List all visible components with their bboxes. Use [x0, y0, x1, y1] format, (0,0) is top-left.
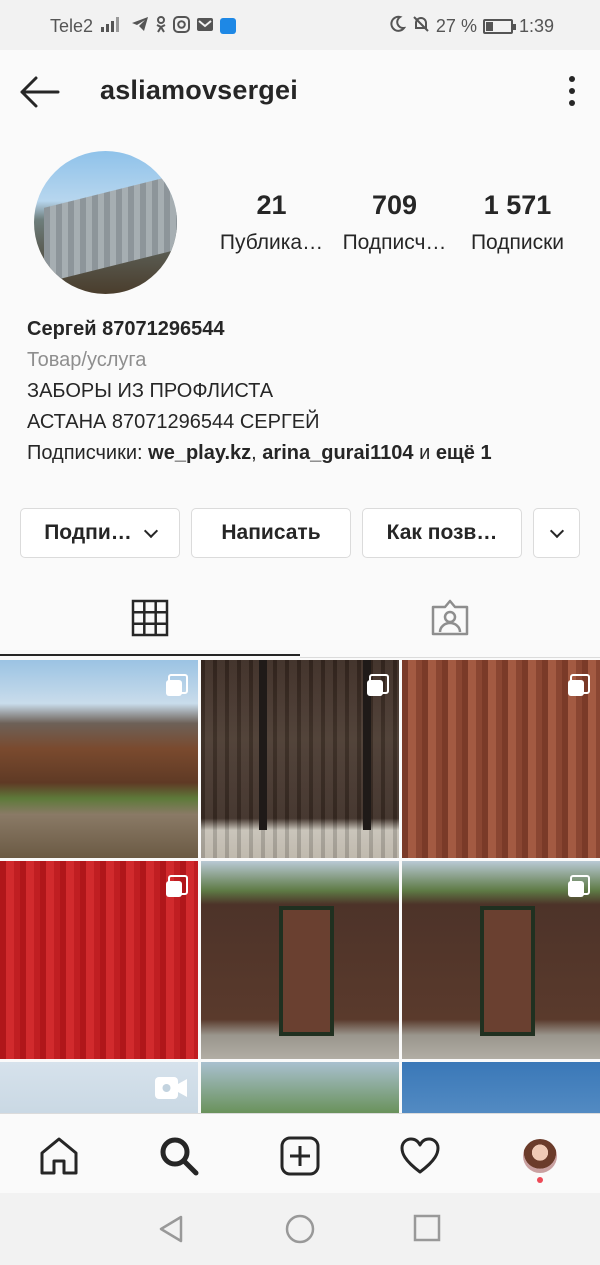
profile-tabs: [0, 580, 600, 658]
mutual-follower-link[interactable]: arina_gurai1104: [262, 442, 413, 464]
subscribe-label: Подпи…: [44, 521, 132, 544]
stat-posts[interactable]: 21 Публика…: [210, 190, 333, 255]
stat-label: Публика…: [219, 231, 324, 254]
tab-tagged[interactable]: [300, 580, 600, 656]
system-recents-icon[interactable]: [412, 1213, 442, 1248]
profile-stats: 21 Публика… 709 Подписч… 1 571 Подписки: [210, 190, 580, 255]
contact-button[interactable]: Как позв…: [362, 508, 522, 558]
back-arrow-icon[interactable]: [18, 72, 62, 112]
active-tab-indicator: [0, 654, 300, 656]
new-post-icon[interactable]: [278, 1134, 322, 1178]
multiple-photos-icon: [166, 674, 188, 696]
tab-grid[interactable]: [0, 580, 300, 656]
battery-icon: [482, 18, 516, 34]
multiple-photos-icon: [568, 674, 590, 696]
chevron-down-icon: [549, 523, 564, 538]
profile-tab[interactable]: [518, 1134, 562, 1178]
message-label: Написать: [221, 521, 321, 544]
multiple-photos-icon: [166, 875, 188, 897]
notification-dot: [537, 1177, 543, 1183]
tagged-user-icon: [431, 599, 469, 636]
more-options-icon[interactable]: [566, 76, 578, 106]
gmail-icon: [196, 17, 214, 36]
multiple-photos-icon: [568, 875, 590, 897]
post-thumbnail[interactable]: [402, 1062, 600, 1115]
system-back-icon[interactable]: [155, 1213, 187, 1250]
bio-line: АСТАНА 87071296544 СЕРГЕЙ: [27, 411, 320, 433]
posts-grid: [0, 660, 600, 1115]
activity-heart-icon[interactable]: [398, 1134, 442, 1178]
moon-icon: [388, 15, 407, 37]
post-thumbnail[interactable]: [402, 861, 600, 1059]
shield-icon: [220, 18, 237, 34]
home-icon[interactable]: [37, 1134, 81, 1178]
stat-value: 709: [371, 190, 418, 220]
bottom-navigation: [0, 1113, 600, 1193]
stat-value: 1 571: [483, 190, 552, 220]
multiple-photos-icon: [367, 674, 389, 696]
post-thumbnail[interactable]: [0, 1062, 198, 1115]
status-bar: Tele2 27 % 1:39: [0, 0, 600, 50]
post-thumbnail[interactable]: [402, 660, 600, 858]
profile-username: asliamovsergei: [100, 75, 298, 105]
more-followers-link[interactable]: ещё 1: [436, 442, 492, 464]
stat-value: 21: [256, 190, 287, 220]
stat-followers[interactable]: 709 Подписч…: [333, 190, 456, 255]
mutual-followers-prefix: Подписчики:: [27, 442, 149, 464]
post-thumbnail[interactable]: [0, 660, 198, 858]
system-home-icon[interactable]: [284, 1213, 316, 1250]
video-icon: [155, 1077, 187, 1099]
profile-category: Товар/услуга: [27, 349, 147, 371]
subscribe-button[interactable]: Подпи…: [20, 508, 180, 558]
grid-icon: [131, 599, 169, 637]
bio-line: ЗАБОРЫ ИЗ ПРОФЛИСТА: [27, 380, 274, 402]
contact-label: Как позв…: [386, 521, 498, 544]
system-navigation-bar: [0, 1193, 600, 1265]
profile-header: asliamovsergei: [0, 50, 600, 132]
post-thumbnail[interactable]: [0, 861, 198, 1059]
mutual-followers[interactable]: Подписчики: we_play.kz, arina_gurai1104 …: [27, 438, 577, 469]
mute-bell-icon: [412, 15, 430, 37]
profile-avatar[interactable]: [34, 151, 177, 294]
suggested-accounts-button[interactable]: [533, 508, 580, 558]
mutual-follower-link[interactable]: we_play.kz: [148, 442, 251, 464]
signal-icon: [99, 15, 125, 37]
conjunction: и: [413, 442, 436, 464]
separator: ,: [251, 442, 263, 464]
stat-following[interactable]: 1 571 Подписки: [456, 190, 579, 255]
profile-bio: Сергей 87071296544 Товар/услуга ЗАБОРЫ И…: [27, 314, 577, 469]
profile-actions: Подпи… Написать Как позв…: [20, 508, 580, 558]
chevron-down-icon: [143, 523, 158, 538]
instagram-icon: [173, 15, 191, 37]
telegram-icon: [131, 16, 149, 36]
message-button[interactable]: Написать: [191, 508, 351, 558]
post-thumbnail[interactable]: [201, 1062, 399, 1115]
profile-avatar: [523, 1139, 557, 1173]
stat-label: Подписч…: [342, 231, 447, 254]
clock: 1:39: [518, 15, 554, 36]
carrier-label: Tele2: [50, 15, 94, 36]
post-thumbnail[interactable]: [201, 861, 399, 1059]
stat-label: Подписки: [470, 231, 565, 254]
profile-full-name: Сергей 87071296544: [27, 318, 225, 340]
battery-percent: 27 %: [435, 15, 477, 36]
odnoklassniki-icon: [155, 15, 167, 37]
post-thumbnail[interactable]: [201, 660, 399, 858]
search-icon[interactable]: [157, 1134, 201, 1178]
